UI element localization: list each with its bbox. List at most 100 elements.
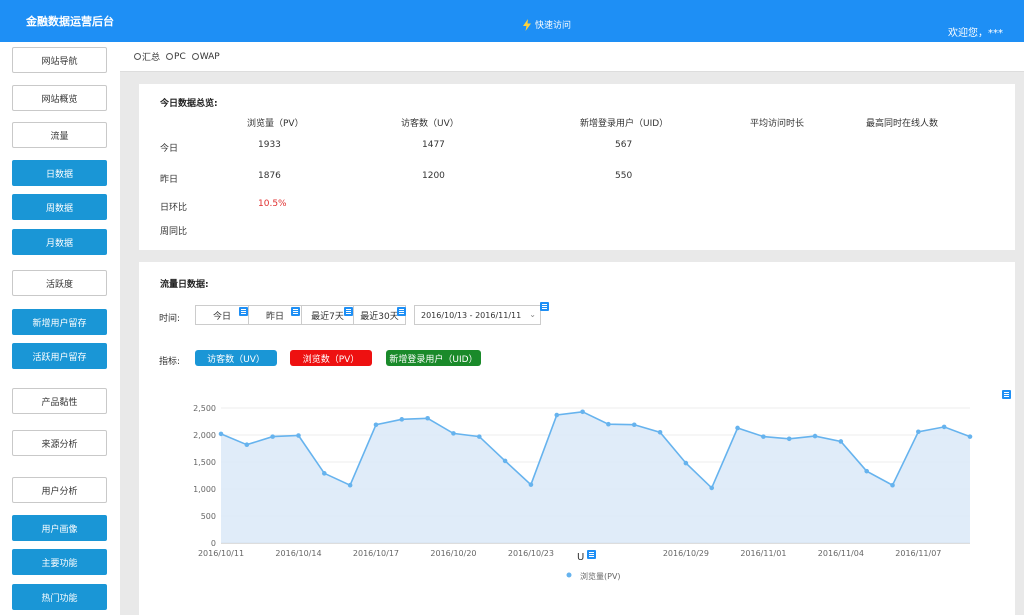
date-range-picker[interactable]: 2016/10/13 - 2016/11/11 ⌄ — [414, 305, 541, 325]
x-tick-label: 2016/10/11 — [198, 549, 244, 558]
platform-filter-bar: 汇总 PC WAP — [120, 42, 1024, 72]
date-range-value: 2016/10/13 - 2016/11/11 — [421, 310, 522, 320]
quick-access-label: 快速访问 — [535, 21, 572, 31]
list-icon — [239, 307, 248, 316]
list-icon — [587, 550, 596, 559]
today-pv: 1933 — [258, 140, 281, 150]
list-icon — [344, 307, 353, 316]
data-point — [476, 434, 482, 439]
indicator-pv-button[interactable]: 浏览数（PV） — [290, 350, 372, 366]
data-point — [502, 458, 508, 464]
radio-label: 汇总 — [142, 53, 161, 63]
sidebar-item-user-analysis[interactable]: 用户分析 — [12, 477, 107, 503]
sidebar-item-monthly-data[interactable]: 月数据 — [12, 229, 107, 255]
data-point — [709, 485, 715, 491]
list-icon — [397, 307, 406, 316]
sidebar-item-product-stickiness[interactable]: 产品黏性 — [12, 388, 107, 414]
data-point — [735, 425, 740, 431]
col-header-pv: 浏览量（PV） — [247, 119, 304, 129]
sidebar-item-active-user-retention[interactable]: 活跃用户留存 — [12, 343, 107, 369]
data-point — [244, 442, 250, 448]
time-label: 时间: — [159, 314, 181, 324]
y-tick-label: 1,500 — [193, 458, 216, 467]
data-point — [864, 468, 869, 474]
y-tick-label: 1,000 — [193, 485, 216, 494]
data-point — [425, 415, 430, 421]
sidebar-item-activity[interactable]: 活跃度 — [12, 270, 107, 296]
legend-marker — [566, 572, 572, 578]
x-tick-label: 2016/10/17 — [353, 549, 399, 558]
summary-title: 今日数据总览: — [160, 99, 218, 109]
yesterday-uv: 1200 — [422, 171, 445, 181]
y-axis-ticks: 2,500 2,000 1,500 1,000 500 0 — [193, 404, 216, 548]
x-tick-label: 2016/10/23 — [508, 549, 554, 558]
data-point — [606, 421, 611, 427]
axis-stray-label: U — [577, 552, 584, 563]
indicator-label: 指标: — [159, 357, 181, 367]
data-point — [941, 424, 947, 430]
yesterday-uid: 550 — [615, 171, 633, 181]
data-point — [812, 433, 818, 439]
data-point — [967, 434, 973, 439]
x-tick-label: 2016/11/01 — [740, 549, 786, 558]
data-point — [373, 422, 379, 428]
row-label-day-over-day: 日环比 — [160, 203, 188, 213]
row-label-today: 今日 — [160, 144, 179, 154]
chevron-down-icon: ⌄ — [529, 310, 536, 319]
data-point — [838, 439, 844, 444]
y-tick-label: 500 — [201, 512, 216, 521]
data-point — [554, 412, 560, 418]
today-uid: 567 — [615, 140, 633, 150]
col-header-max-online: 最高同时在线人数 — [866, 119, 939, 129]
radio-summary[interactable]: 汇总 — [134, 50, 160, 63]
data-point — [270, 434, 275, 439]
sidebar-item-source-analysis[interactable]: 来源分析 — [12, 430, 107, 456]
data-point — [322, 471, 327, 476]
sidebar-item-user-portrait[interactable]: 用户画像 — [12, 515, 107, 541]
sidebar-item-main-features[interactable]: 主要功能 — [12, 549, 107, 575]
traffic-title: 流量日数据: — [160, 280, 209, 290]
sidebar-item-new-user-retention[interactable]: 新增用户留存 — [12, 309, 107, 335]
sidebar-item-traffic[interactable]: 流量 — [12, 122, 107, 148]
data-point — [890, 482, 895, 488]
sidebar-item-site-overview[interactable]: 网站概览 — [12, 85, 107, 111]
sidebar: 网站导航 网站概览 流量 日数据 周数据 月数据 活跃度 新增用户留存 活跃用户… — [0, 42, 120, 615]
indicator-uid-button[interactable]: 新增登录用户（UID） — [386, 350, 481, 366]
top-bar: 金融数据运营后台 快速访问 欢迎您，*** — [0, 0, 1024, 42]
welcome-text: 欢迎您，*** — [948, 28, 1003, 39]
radio-wap[interactable]: WAP — [191, 51, 220, 62]
yesterday-pv: 1876 — [258, 171, 281, 181]
sidebar-item-daily-data[interactable]: 日数据 — [12, 160, 107, 186]
x-tick-label: 2016/10/14 — [275, 549, 321, 558]
y-tick-label: 0 — [211, 539, 216, 548]
sidebar-item-hot-features[interactable]: 热门功能 — [12, 584, 107, 610]
pv-line-chart: 2,5002,0001,5001,0005000 2016/10/11 2016/… — [193, 404, 973, 581]
data-point — [657, 430, 663, 435]
x-tick-label: 2016/10/29 — [663, 549, 709, 558]
radio-circle-icon — [166, 53, 174, 60]
radio-label: PC — [174, 51, 186, 62]
chart-legend: 浏览量(PV) — [566, 571, 621, 581]
sidebar-item-weekly-data[interactable]: 周数据 — [12, 194, 107, 220]
lightning-icon — [523, 18, 531, 31]
x-axis-ticks: 2016/10/11 2016/10/14 2016/10/17 2016/10/20… — [198, 549, 941, 558]
app-title: 金融数据运营后台 — [26, 15, 114, 28]
data-point — [296, 433, 301, 438]
data-point — [528, 482, 534, 487]
row-label-yesterday: 昨日 — [160, 175, 179, 185]
data-point — [347, 482, 353, 488]
list-icon — [291, 307, 300, 316]
data-point — [399, 417, 405, 422]
list-icon — [540, 302, 549, 311]
radio-pc[interactable]: PC — [166, 52, 186, 62]
day-over-day-pv: 10.5% — [258, 199, 287, 209]
y-tick-label: 2,500 — [193, 404, 216, 413]
x-tick-label: 2016/11/07 — [895, 549, 941, 558]
radio-label: WAP — [199, 51, 220, 62]
quick-access-link[interactable]: 快速访问 — [522, 18, 571, 31]
data-point — [631, 422, 637, 428]
indicator-uv-button[interactable]: 访客数（UV） — [195, 350, 277, 366]
row-label-week-over-week: 周同比 — [160, 227, 188, 237]
sidebar-item-site-nav[interactable]: 网站导航 — [12, 47, 107, 73]
data-point — [786, 436, 792, 442]
